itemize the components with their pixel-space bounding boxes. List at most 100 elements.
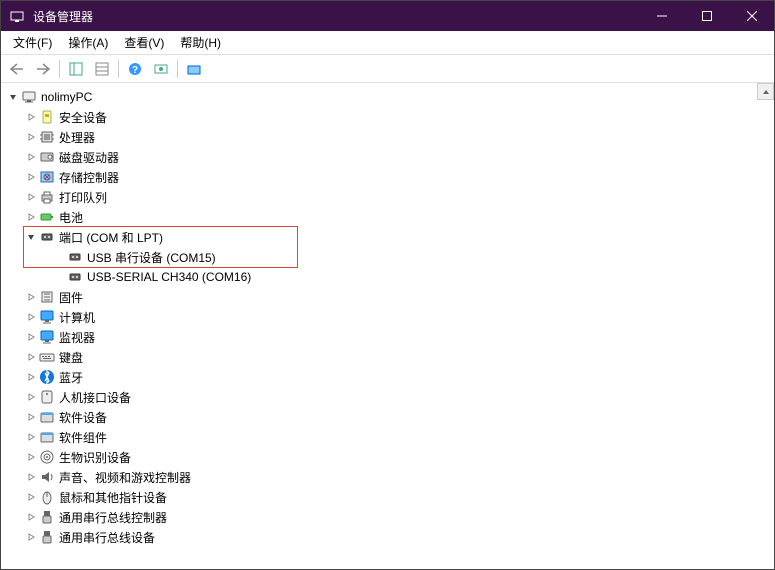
expander-icon[interactable] — [23, 489, 39, 505]
show-hidden-button[interactable] — [182, 58, 206, 80]
tree-category[interactable]: 监视器 — [1, 327, 774, 347]
menu-file[interactable]: 文件(F) — [5, 31, 60, 54]
expander-icon[interactable] — [23, 309, 39, 325]
tree-category[interactable]: 蓝牙 — [1, 367, 774, 387]
tree-category-label: 电池 — [59, 209, 83, 226]
tree-device[interactable]: USB-SERIAL CH340 (COM16) — [1, 267, 774, 287]
tree-category[interactable]: 软件组件 — [1, 427, 774, 447]
scroll-up-button[interactable] — [757, 83, 774, 100]
toolbar-separator — [118, 60, 119, 78]
expander-icon[interactable] — [23, 189, 39, 205]
tree-category-label: 键盘 — [59, 349, 83, 366]
show-hide-tree-button[interactable] — [64, 58, 88, 80]
menu-help[interactable]: 帮助(H) — [172, 31, 229, 54]
tree-category[interactable]: 端口 (COM 和 LPT) — [1, 227, 774, 247]
window-title: 设备管理器 — [33, 8, 639, 25]
titlebar: 设备管理器 — [1, 1, 774, 31]
usb-icon — [39, 509, 55, 525]
port-icon — [67, 249, 83, 265]
tree-category-label: 通用串行总线控制器 — [59, 509, 167, 526]
menu-action[interactable]: 操作(A) — [60, 31, 116, 54]
tree-device-label: USB-SERIAL CH340 (COM16) — [87, 270, 251, 284]
firmware-icon — [39, 289, 55, 305]
minimize-button[interactable] — [639, 1, 684, 31]
help-button[interactable]: ? — [123, 58, 147, 80]
biometric-icon — [39, 449, 55, 465]
tree-category[interactable]: 通用串行总线设备 — [1, 527, 774, 547]
tree-category-label: 端口 (COM 和 LPT) — [59, 229, 163, 246]
tree-category-label: 打印队列 — [59, 189, 107, 206]
tree-category[interactable]: 通用串行总线控制器 — [1, 507, 774, 527]
tree-category-label: 存储控制器 — [59, 169, 119, 186]
monitor-icon — [39, 309, 55, 325]
forward-button[interactable] — [31, 58, 55, 80]
expander-icon[interactable] — [23, 169, 39, 185]
expander-icon[interactable] — [23, 529, 39, 545]
maximize-button[interactable] — [684, 1, 729, 31]
tree-category-label: 鼠标和其他指针设备 — [59, 489, 167, 506]
expander-icon[interactable] — [23, 369, 39, 385]
expander-icon[interactable] — [23, 409, 39, 425]
menu-view[interactable]: 查看(V) — [116, 31, 172, 54]
expander-icon[interactable] — [23, 469, 39, 485]
tree-category[interactable]: 人机接口设备 — [1, 387, 774, 407]
monitor-icon — [39, 329, 55, 345]
back-button[interactable] — [5, 58, 29, 80]
software-icon — [39, 409, 55, 425]
expander-icon[interactable] — [23, 389, 39, 405]
security-icon — [39, 109, 55, 125]
tree-category[interactable]: 声音、视频和游戏控制器 — [1, 467, 774, 487]
tree-category[interactable]: 软件设备 — [1, 407, 774, 427]
expander-icon[interactable] — [23, 289, 39, 305]
menubar: 文件(F) 操作(A) 查看(V) 帮助(H) — [1, 31, 774, 55]
properties-button[interactable] — [90, 58, 114, 80]
tree-category[interactable]: 鼠标和其他指针设备 — [1, 487, 774, 507]
tree-device[interactable]: USB 串行设备 (COM15) — [1, 247, 774, 267]
expander-icon[interactable] — [23, 349, 39, 365]
expander-spacer — [51, 269, 67, 285]
tree-category[interactable]: 安全设备 — [1, 107, 774, 127]
tree-category[interactable]: 键盘 — [1, 347, 774, 367]
battery-icon — [39, 209, 55, 225]
tree-category-label: 固件 — [59, 289, 83, 306]
tree-category-label: 蓝牙 — [59, 369, 83, 386]
tree-content[interactable]: nolimyPC 安全设备 处理器 磁盘驱动器 存储控制器 打印队列 电池 端口… — [1, 83, 774, 569]
hid-icon — [39, 389, 55, 405]
toolbar-separator — [59, 60, 60, 78]
expander-icon[interactable] — [5, 89, 21, 105]
tree-category[interactable]: 存储控制器 — [1, 167, 774, 187]
port-icon — [67, 269, 83, 285]
software-icon — [39, 429, 55, 445]
tree-category[interactable]: 磁盘驱动器 — [1, 147, 774, 167]
tree-category-label: 通用串行总线设备 — [59, 529, 155, 546]
tree-category-label: 磁盘驱动器 — [59, 149, 119, 166]
tree-category[interactable]: 打印队列 — [1, 187, 774, 207]
expander-icon[interactable] — [23, 429, 39, 445]
usb-icon — [39, 529, 55, 545]
tree-category[interactable]: 固件 — [1, 287, 774, 307]
device-manager-window: 设备管理器 文件(F) 操作(A) 查看(V) 帮助(H) — [0, 0, 775, 570]
computer-icon — [21, 89, 37, 105]
expander-icon[interactable] — [23, 109, 39, 125]
expander-icon[interactable] — [23, 449, 39, 465]
expander-icon[interactable] — [23, 229, 39, 245]
expander-icon[interactable] — [23, 209, 39, 225]
tree-category[interactable]: 计算机 — [1, 307, 774, 327]
cpu-icon — [39, 129, 55, 145]
tree-root-node[interactable]: nolimyPC — [1, 87, 774, 107]
close-button[interactable] — [729, 1, 774, 31]
scan-button[interactable] — [149, 58, 173, 80]
tree-category[interactable]: 电池 — [1, 207, 774, 227]
tree-category-label: 人机接口设备 — [59, 389, 131, 406]
expander-icon[interactable] — [23, 329, 39, 345]
svg-text:?: ? — [132, 65, 138, 76]
tree-category[interactable]: 生物识别设备 — [1, 447, 774, 467]
expander-spacer — [51, 249, 67, 265]
expander-icon[interactable] — [23, 129, 39, 145]
printer-icon — [39, 189, 55, 205]
expander-icon[interactable] — [23, 149, 39, 165]
storage-icon — [39, 169, 55, 185]
bluetooth-icon — [39, 369, 55, 385]
expander-icon[interactable] — [23, 509, 39, 525]
tree-category[interactable]: 处理器 — [1, 127, 774, 147]
